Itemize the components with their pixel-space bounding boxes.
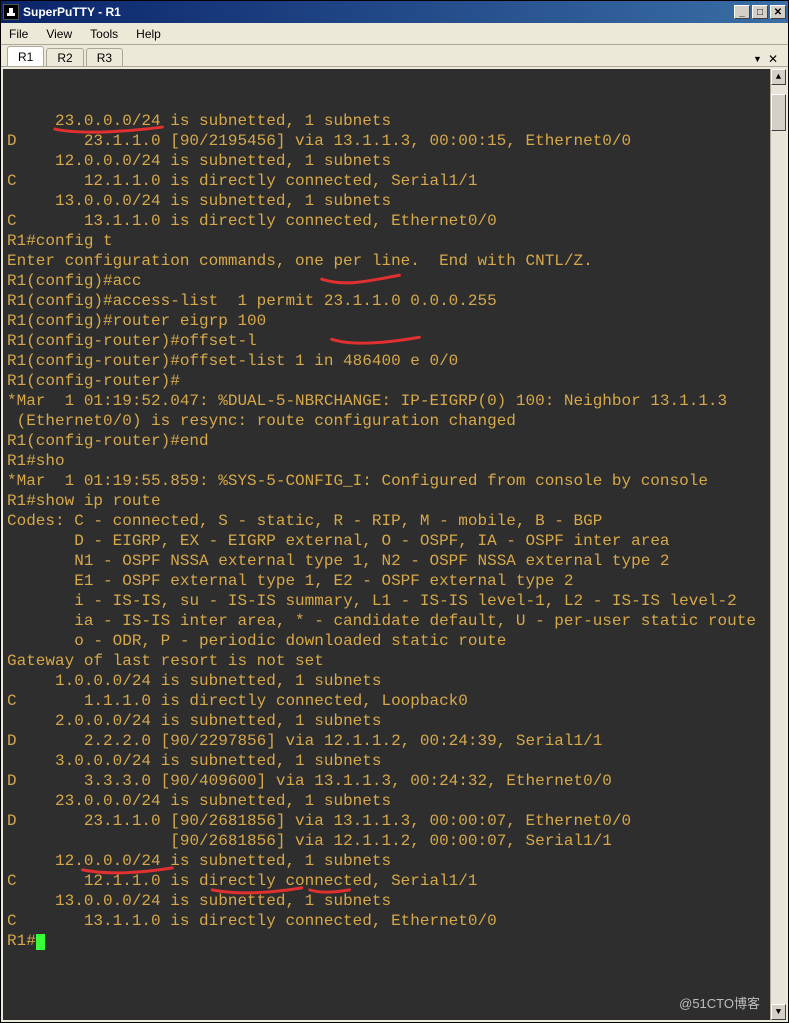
terminal-line: C 13.1.1.0 is directly connected, Ethern… bbox=[7, 211, 766, 231]
terminal-line: 2.0.0.0/24 is subnetted, 1 subnets bbox=[7, 711, 766, 731]
terminal-line: 23.0.0.0/24 is subnetted, 1 subnets bbox=[7, 111, 766, 131]
scrollbar-thumb[interactable] bbox=[771, 94, 786, 131]
terminal-line: o - ODR, P - periodic downloaded static … bbox=[7, 631, 766, 651]
terminal-line: D 2.2.2.0 [90/2297856] via 12.1.1.2, 00:… bbox=[7, 731, 766, 751]
terminal-line: R1#show ip route bbox=[7, 491, 766, 511]
terminal-line: 23.0.0.0/24 is subnetted, 1 subnets bbox=[7, 791, 766, 811]
terminal-line: 13.0.0.0/24 is subnetted, 1 subnets bbox=[7, 891, 766, 911]
terminal-line: 3.0.0.0/24 is subnetted, 1 subnets bbox=[7, 751, 766, 771]
terminal-line: ia - IS-IS inter area, * - candidate def… bbox=[7, 611, 766, 631]
cursor bbox=[36, 934, 45, 950]
terminal-line: D 23.1.1.0 [90/2195456] via 13.1.1.3, 00… bbox=[7, 131, 766, 151]
terminal-line: 13.0.0.0/24 is subnetted, 1 subnets bbox=[7, 191, 766, 211]
scroll-up-button[interactable]: ▲ bbox=[771, 69, 786, 85]
menu-tools[interactable]: Tools bbox=[90, 27, 118, 41]
terminal-line: C 1.1.1.0 is directly connected, Loopbac… bbox=[7, 691, 766, 711]
tab-r1[interactable]: R1 bbox=[7, 46, 44, 66]
watermark: @51CTO博客 bbox=[679, 994, 760, 1014]
terminal-line: 12.0.0.0/24 is subnetted, 1 subnets bbox=[7, 851, 766, 871]
terminal-line: Gateway of last resort is not set bbox=[7, 651, 766, 671]
close-button[interactable]: ✕ bbox=[770, 5, 786, 19]
terminal-line: R1# bbox=[7, 931, 766, 951]
terminal-line: R1(config-router)#offset-l bbox=[7, 331, 766, 351]
tab-list-dropdown-icon[interactable]: ▼ bbox=[753, 54, 762, 64]
terminal-line: *Mar 1 01:19:52.047: %DUAL-5-NBRCHANGE: … bbox=[7, 391, 766, 411]
window-controls: _ □ ✕ bbox=[734, 5, 786, 19]
menu-file[interactable]: File bbox=[9, 27, 28, 41]
terminal-line: R1(config)#router eigrp 100 bbox=[7, 311, 766, 331]
titlebar[interactable]: SuperPuTTY - R1 _ □ ✕ bbox=[1, 1, 788, 23]
terminal-line: D 3.3.3.0 [90/409600] via 13.1.1.3, 00:2… bbox=[7, 771, 766, 791]
scrollbar-track[interactable] bbox=[771, 85, 786, 1004]
terminal-line: R1(config)#acc bbox=[7, 271, 766, 291]
terminal-line: 1.0.0.0/24 is subnetted, 1 subnets bbox=[7, 671, 766, 691]
tab-r3[interactable]: R3 bbox=[86, 48, 123, 66]
terminal-line: R1#config t bbox=[7, 231, 766, 251]
terminal-line: D - EIGRP, EX - EIGRP external, O - OSPF… bbox=[7, 531, 766, 551]
menu-view[interactable]: View bbox=[46, 27, 72, 41]
terminal-container: 23.0.0.0/24 is subnetted, 1 subnetsD 23.… bbox=[1, 67, 788, 1022]
terminal-line: C 12.1.1.0 is directly connected, Serial… bbox=[7, 171, 766, 191]
terminal-line: 12.0.0.0/24 is subnetted, 1 subnets bbox=[7, 151, 766, 171]
minimize-button[interactable]: _ bbox=[734, 5, 750, 19]
terminal-line: *Mar 1 01:19:55.859: %SYS-5-CONFIG_I: Co… bbox=[7, 471, 766, 491]
terminal-line: Enter configuration commands, one per li… bbox=[7, 251, 766, 271]
maximize-button[interactable]: □ bbox=[752, 5, 768, 19]
terminal-line: i - IS-IS, su - IS-IS summary, L1 - IS-I… bbox=[7, 591, 766, 611]
terminal-output[interactable]: 23.0.0.0/24 is subnetted, 1 subnetsD 23.… bbox=[3, 69, 770, 1020]
menubar: File View Tools Help bbox=[1, 23, 788, 45]
vertical-scrollbar[interactable]: ▲ ▼ bbox=[770, 69, 786, 1020]
terminal-line: Codes: C - connected, S - static, R - RI… bbox=[7, 511, 766, 531]
terminal-line: (Ethernet0/0) is resync: route configura… bbox=[7, 411, 766, 431]
terminal-line: R1(config-router)#end bbox=[7, 431, 766, 451]
menu-help[interactable]: Help bbox=[136, 27, 161, 41]
terminal-line: R1(config-router)#offset-list 1 in 48640… bbox=[7, 351, 766, 371]
window-title: SuperPuTTY - R1 bbox=[23, 5, 734, 19]
terminal-line: [90/2681856] via 12.1.1.2, 00:00:07, Ser… bbox=[7, 831, 766, 851]
terminal-line: C 12.1.1.0 is directly connected, Serial… bbox=[7, 871, 766, 891]
system-menu-icon[interactable] bbox=[3, 4, 19, 20]
app-window: SuperPuTTY - R1 _ □ ✕ File View Tools He… bbox=[0, 0, 789, 1023]
terminal-line: R1(config-router)# bbox=[7, 371, 766, 391]
terminal-line: C 13.1.1.0 is directly connected, Ethern… bbox=[7, 911, 766, 931]
scroll-down-button[interactable]: ▼ bbox=[771, 1004, 786, 1020]
terminal-line: D 23.1.1.0 [90/2681856] via 13.1.1.3, 00… bbox=[7, 811, 766, 831]
tab-close-icon[interactable]: ✕ bbox=[768, 52, 778, 66]
session-tabs: R1 R2 R3 ▼ ✕ bbox=[1, 45, 788, 67]
terminal-line: E1 - OSPF external type 1, E2 - OSPF ext… bbox=[7, 571, 766, 591]
terminal-line: R1#sho bbox=[7, 451, 766, 471]
terminal-line: R1(config)#access-list 1 permit 23.1.1.0… bbox=[7, 291, 766, 311]
tab-r2[interactable]: R2 bbox=[46, 48, 83, 66]
terminal-line: N1 - OSPF NSSA external type 1, N2 - OSP… bbox=[7, 551, 766, 571]
tab-controls: ▼ ✕ bbox=[753, 52, 782, 66]
